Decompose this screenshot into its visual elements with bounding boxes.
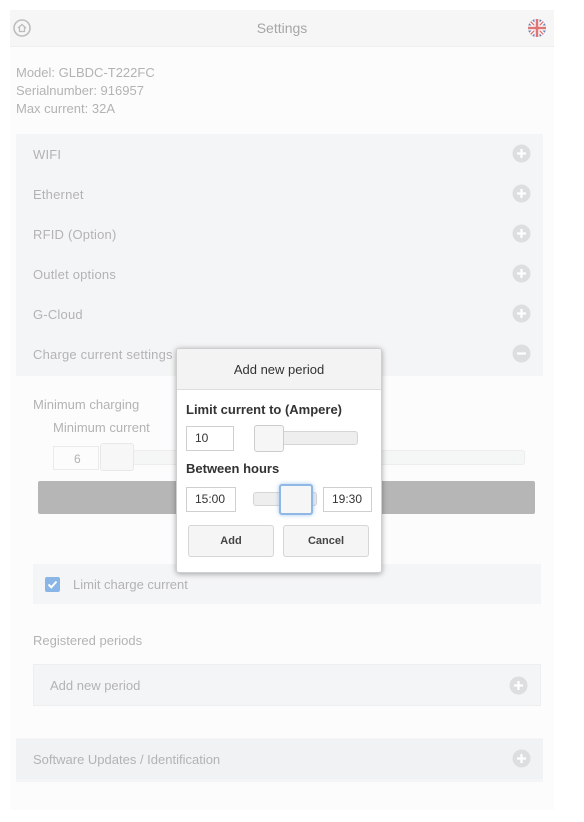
limit-current-slider-handle[interactable] xyxy=(254,425,284,452)
hours-range-slider-handle[interactable] xyxy=(279,484,313,515)
to-hour-input[interactable]: 19:30 xyxy=(323,487,372,512)
add-button[interactable]: Add xyxy=(188,525,274,557)
dialog-title: Add new period xyxy=(233,362,325,377)
limit-current-label: Limit current to (Ampere) xyxy=(186,402,343,417)
dialog-header: Add new period xyxy=(177,349,381,390)
cancel-button[interactable]: Cancel xyxy=(283,525,369,557)
between-hours-label: Between hours xyxy=(186,461,280,476)
limit-current-input[interactable]: 10 xyxy=(186,426,234,451)
from-hour-input[interactable]: 15:00 xyxy=(186,487,236,512)
add-period-dialog: Add new period Limit current to (Ampere)… xyxy=(176,348,382,573)
